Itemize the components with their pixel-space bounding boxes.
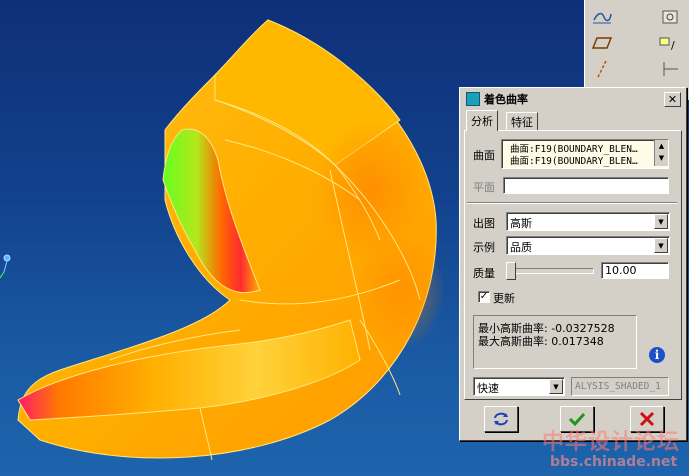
right-toolbar: / bbox=[584, 0, 689, 100]
datum-plane-icon[interactable]: / bbox=[657, 30, 683, 56]
close-icon[interactable]: ✕ bbox=[664, 91, 681, 107]
dialog-titlebar[interactable]: 着色曲率 ✕ bbox=[462, 90, 684, 108]
plane-field[interactable] bbox=[503, 177, 669, 194]
dialog-title: 着色曲率 bbox=[484, 93, 528, 106]
quality-slider[interactable] bbox=[506, 262, 594, 280]
quality-label: 质量 bbox=[473, 267, 495, 280]
sketch-tool-icon[interactable] bbox=[657, 4, 683, 30]
datum-axis-icon[interactable] bbox=[657, 56, 683, 82]
analysis-panel: 曲面 曲面:F19(BOUNDARY_BLEN… 曲面:F19(BOUNDARY… bbox=[464, 130, 682, 400]
tab-feature[interactable]: 特征 bbox=[506, 112, 538, 131]
plane-label: 平面 bbox=[473, 181, 495, 194]
watermark: 中华设计论坛 bbs.chinade.net bbox=[540, 420, 689, 476]
example-label: 示例 bbox=[473, 241, 495, 254]
chevron-down-icon[interactable]: ▼ bbox=[654, 238, 668, 253]
divider bbox=[467, 202, 677, 204]
update-checkbox[interactable]: ✓ bbox=[478, 291, 490, 303]
example-value: 品质 bbox=[510, 241, 532, 254]
scroll-down-icon[interactable]: ▼ bbox=[655, 152, 668, 164]
update-label: 更新 bbox=[493, 292, 515, 305]
shaded-curvature-dialog: 着色曲率 ✕ 分析 特征 曲面 曲面:F19(BOUNDARY_BLEN… 曲面… bbox=[459, 87, 687, 441]
speed-select[interactable]: 快速 ▼ bbox=[473, 377, 565, 396]
axis-tool-icon[interactable] bbox=[589, 56, 615, 82]
watermark-title: 中华设计论坛 bbox=[542, 429, 681, 455]
chevron-down-icon[interactable]: ▼ bbox=[654, 214, 668, 229]
csys-marker-icon bbox=[0, 254, 11, 279]
max-gaussian-curvature: 最大高斯曲率: 0.017348 bbox=[478, 335, 604, 348]
output-select[interactable]: 高斯 ▼ bbox=[506, 212, 670, 231]
output-label: 出图 bbox=[473, 217, 495, 230]
plane-tool-icon[interactable] bbox=[589, 30, 615, 56]
output-value: 高斯 bbox=[510, 217, 532, 230]
quality-value-field[interactable]: 10.00 bbox=[601, 262, 669, 279]
surface-collector[interactable]: 曲面:F19(BOUNDARY_BLEN… 曲面:F19(BOUNDARY_BL… bbox=[501, 139, 669, 169]
tab-analysis[interactable]: 分析 bbox=[466, 110, 498, 131]
svg-text:/: / bbox=[671, 39, 675, 52]
watermark-url: bbs.chinade.net bbox=[550, 454, 678, 470]
app-icon bbox=[466, 92, 480, 106]
info-icon[interactable]: i bbox=[649, 347, 665, 363]
repeat-icon bbox=[494, 412, 508, 426]
speed-value: 快速 bbox=[477, 382, 499, 395]
chevron-down-icon[interactable]: ▼ bbox=[549, 379, 563, 394]
results-box: 最小高斯曲率: -0.0327528 最大高斯曲率: 0.017348 bbox=[473, 315, 637, 369]
analysis-name-field[interactable]: ALYSIS_SHADED_1 bbox=[571, 377, 669, 396]
example-select[interactable]: 品质 ▼ bbox=[506, 236, 670, 255]
slider-track bbox=[506, 268, 594, 274]
repeat-button[interactable] bbox=[484, 406, 518, 432]
analysis-name: ALYSIS_SHADED_1 bbox=[575, 381, 661, 392]
surface-label: 曲面 bbox=[473, 149, 495, 162]
curve-tool-icon[interactable] bbox=[589, 4, 615, 30]
surface-item[interactable]: 曲面:F19(BOUNDARY_BLEN… bbox=[510, 153, 638, 167]
surface-scrollbar[interactable]: ▲ ▼ bbox=[654, 140, 668, 166]
checkmark-icon: ✓ bbox=[479, 291, 489, 302]
slider-thumb[interactable] bbox=[506, 262, 516, 280]
scroll-up-icon[interactable]: ▲ bbox=[655, 140, 668, 152]
quality-value: 10.00 bbox=[605, 264, 637, 277]
